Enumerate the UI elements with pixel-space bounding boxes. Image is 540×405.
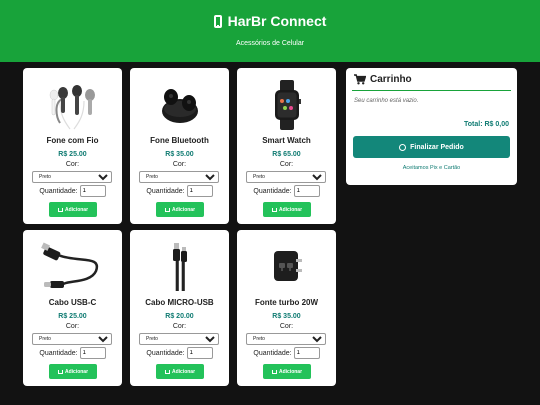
app-title: HarBr Connect <box>227 13 327 29</box>
quantity-input[interactable] <box>79 185 106 197</box>
quantity-input[interactable] <box>293 347 320 359</box>
micro-usb-cable-image <box>130 236 229 298</box>
quantity-label: Quantidade: <box>146 349 185 357</box>
quantity-input[interactable] <box>186 347 213 359</box>
product-price: R$ 20.00 <box>165 313 194 320</box>
product-name: Fone com Fio <box>46 136 99 145</box>
color-select[interactable]: Preto <box>32 333 112 345</box>
add-to-cart-button[interactable]: Adicionar <box>156 202 204 217</box>
cart-icon <box>164 207 170 212</box>
quantity-row: Quantidade: <box>23 185 122 197</box>
charger-image <box>237 236 336 298</box>
quantity-row: Quantidade: <box>130 185 229 197</box>
quantity-label: Quantidade: <box>39 349 78 357</box>
quantity-row: Quantidade: <box>130 347 229 359</box>
cart-icon <box>271 369 277 374</box>
quantity-row: Quantidade: <box>23 347 122 359</box>
cart-divider <box>352 90 511 91</box>
cart-icon <box>271 207 277 212</box>
shopping-cart-icon <box>354 74 366 85</box>
add-button-label: Adicionar <box>64 368 89 375</box>
product-price: R$ 65.00 <box>272 151 301 158</box>
color-select[interactable]: Preto <box>246 171 326 183</box>
add-button-label: Adicionar <box>278 206 303 213</box>
product-name: Fonte turbo 20W <box>254 298 319 307</box>
product-name: Smart Watch <box>262 136 311 145</box>
color-select[interactable]: Preto <box>246 333 326 345</box>
color-label: Cor: <box>65 323 80 330</box>
quantity-input[interactable] <box>293 185 320 197</box>
color-label: Cor: <box>172 161 187 168</box>
finish-order-button[interactable]: Finalizar Pedido <box>353 136 510 158</box>
smart-watch-image <box>237 74 336 136</box>
add-button-label: Adicionar <box>171 206 196 213</box>
cart-icon <box>57 207 63 212</box>
quantity-label: Quantidade: <box>253 349 292 357</box>
product-card: Cabo MICRO-USB R$ 20.00 Cor: Preto Quant… <box>130 230 229 386</box>
add-to-cart-button[interactable]: Adicionar <box>263 202 311 217</box>
add-to-cart-button[interactable]: Adicionar <box>156 364 204 379</box>
add-to-cart-button[interactable]: Adicionar <box>263 364 311 379</box>
payment-methods-text: Aceitamos Pix e Cartão <box>402 165 461 171</box>
color-label: Cor: <box>279 323 294 330</box>
color-select[interactable]: Preto <box>32 171 112 183</box>
add-button-label: Adicionar <box>171 368 196 375</box>
quantity-row: Quantidade: <box>237 347 336 359</box>
bluetooth-earbuds-image <box>130 74 229 136</box>
quantity-label: Quantidade: <box>146 187 185 195</box>
header: HarBr Connect Acessórios de Celular <box>0 0 540 62</box>
finish-order-label: Finalizar Pedido <box>410 143 464 151</box>
color-select[interactable]: Preto <box>139 171 219 183</box>
quantity-label: Quantidade: <box>253 187 292 195</box>
product-name: Fone Bluetooth <box>150 136 209 145</box>
quantity-input[interactable] <box>186 185 213 197</box>
add-button-label: Adicionar <box>278 368 303 375</box>
product-price: R$ 35.00 <box>272 313 301 320</box>
usb-c-cable-image <box>23 236 122 298</box>
cart-panel: Carrinho Seu carrinho está vazio. Total:… <box>346 68 517 185</box>
product-card: Fone com Fio R$ 25.00 Cor: Preto Quantid… <box>23 68 122 224</box>
whatsapp-icon <box>399 143 407 151</box>
cart-total: Total: R$ 0,00 <box>464 121 509 128</box>
cart-title: Carrinho <box>370 74 412 85</box>
product-card: Cabo USB-C R$ 25.00 Cor: Preto Quantidad… <box>23 230 122 386</box>
product-price: R$ 25.00 <box>58 151 87 158</box>
product-price: R$ 35.00 <box>165 151 194 158</box>
color-label: Cor: <box>172 323 187 330</box>
quantity-row: Quantidade: <box>237 185 336 197</box>
cart-icon <box>57 369 63 374</box>
quantity-label: Quantidade: <box>39 187 78 195</box>
add-to-cart-button[interactable]: Adicionar <box>49 364 97 379</box>
cart-empty-message: Seu carrinho está vazio. <box>354 98 419 104</box>
product-price: R$ 25.00 <box>58 313 87 320</box>
add-to-cart-button[interactable]: Adicionar <box>49 202 97 217</box>
app-subtitle: Acessórios de Celular <box>235 40 305 47</box>
product-name: Cabo MICRO-USB <box>145 298 214 307</box>
product-name: Cabo USB-C <box>48 298 97 307</box>
mobile-phone-icon <box>213 14 222 28</box>
color-select[interactable]: Preto <box>139 333 219 345</box>
cart-title-row: Carrinho <box>354 74 412 85</box>
add-button-label: Adicionar <box>64 206 89 213</box>
quantity-input[interactable] <box>79 347 106 359</box>
product-card: Fone Bluetooth R$ 35.00 Cor: Preto Quant… <box>130 68 229 224</box>
wired-earphones-image <box>23 74 122 136</box>
app-title-row: HarBr Connect <box>0 13 540 29</box>
cart-icon <box>164 369 170 374</box>
color-label: Cor: <box>65 161 80 168</box>
color-label: Cor: <box>279 161 294 168</box>
product-card: Fonte turbo 20W R$ 35.00 Cor: Preto Quan… <box>237 230 336 386</box>
product-card: Smart Watch R$ 65.00 Cor: Preto Quantida… <box>237 68 336 224</box>
